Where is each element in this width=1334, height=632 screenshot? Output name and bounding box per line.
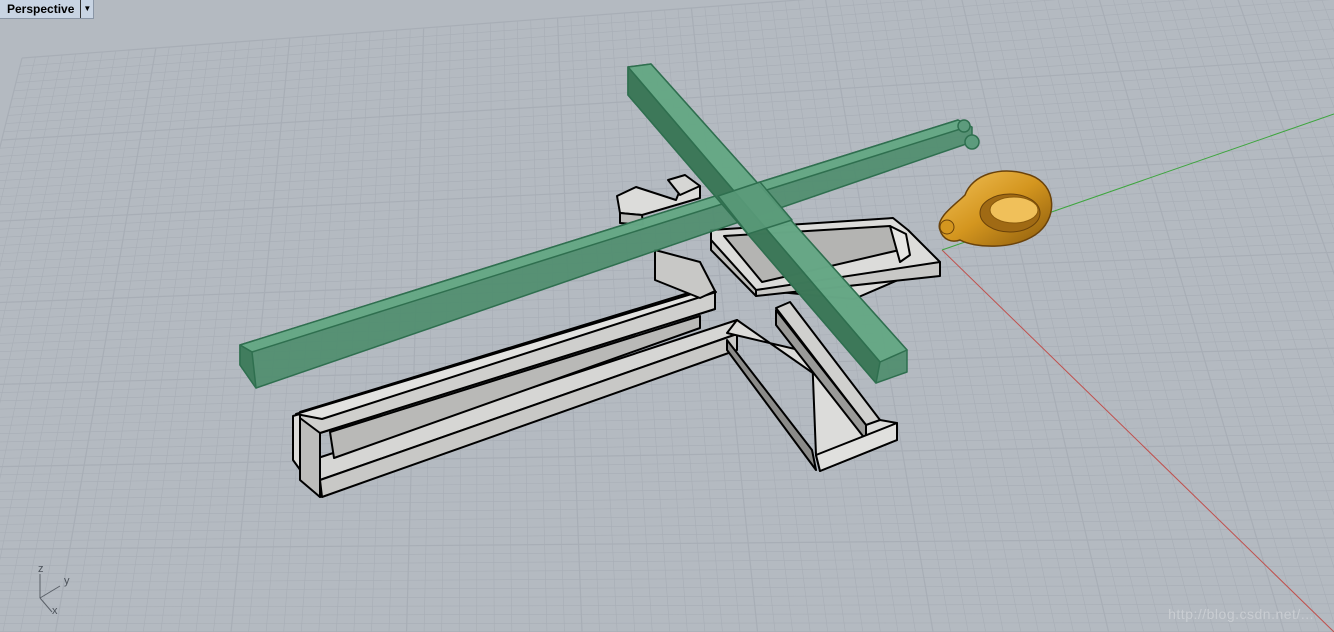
grid-line: [0, 612, 1334, 616]
grid-line: [704, 6, 776, 632]
grid-line: [0, 603, 1334, 608]
grid-line: [17, 0, 1057, 75]
gold-ring-object[interactable]: [938, 170, 1053, 247]
grid-line: [0, 490, 1334, 509]
grid-line: [1307, 0, 1334, 70]
grid-line: [21, 0, 807, 59]
3d-scene[interactable]: [0, 0, 1334, 632]
grid-line: [0, 499, 1334, 517]
triangle-down-icon: ▼: [83, 4, 92, 13]
grid-line: [195, 39, 264, 632]
grid-line: [0, 622, 1334, 625]
grid-line: [1016, 0, 1180, 632]
grid-line: [1030, 0, 1197, 632]
watermark: http://blog.csdn.net/...: [1168, 606, 1314, 622]
grid-line: [961, 0, 1110, 632]
grid-line: [178, 40, 250, 632]
grid-line: [0, 471, 1334, 492]
grid-line: [0, 54, 63, 334]
viewport-perspective[interactable]: Perspective ▼ z y x http://blog.csdn.net…: [0, 0, 1334, 632]
grid-line: [893, 0, 1022, 632]
grid-line: [906, 0, 1039, 632]
grid-line: [1182, 0, 1334, 464]
grid-line: [1071, 0, 1250, 632]
grid-line: [1237, 0, 1334, 276]
grid-line: [0, 518, 1334, 533]
y-axis-label: y: [64, 575, 70, 587]
grid-line: [213, 38, 277, 632]
viewport-title[interactable]: Perspective: [0, 0, 80, 18]
z-axis-label: z: [38, 563, 44, 575]
grid-line: [690, 7, 759, 632]
grid-line: [0, 57, 23, 150]
grid-line: [0, 55, 50, 268]
grid-line: [1265, 0, 1334, 189]
grid-line: [934, 0, 1074, 632]
grid-line: [1154, 0, 1334, 569]
grid-line: [1223, 0, 1334, 320]
world-axes-icon: z y x: [30, 564, 80, 620]
x-axis-line: [941, 249, 1334, 632]
grid-line: [11, 8, 1334, 100]
grid-line: [1140, 0, 1334, 625]
grid-line: [1168, 0, 1334, 516]
grid-line: [0, 414, 1334, 443]
grid-line: [2, 50, 117, 632]
grid-line: [0, 56, 36, 206]
grid-line: [160, 41, 237, 632]
viewport-title-tab[interactable]: Perspective ▼: [0, 0, 95, 19]
grid-line: [866, 0, 987, 632]
grid-line: [0, 405, 1334, 434]
grid-line: [0, 556, 1334, 567]
grid-line: [1321, 0, 1334, 632]
x-axis-label: x: [52, 605, 58, 617]
grid-line: [1209, 0, 1334, 366]
grid-line: [1085, 0, 1267, 632]
grid-line: [0, 575, 1334, 583]
grid-line: [1126, 0, 1320, 632]
viewport-menu-button[interactable]: ▼: [80, 0, 94, 18]
grid-line: [0, 385, 1334, 418]
grid-line: [0, 537, 1334, 550]
grid-line: [0, 565, 1334, 575]
grid-line: [1321, 0, 1334, 33]
